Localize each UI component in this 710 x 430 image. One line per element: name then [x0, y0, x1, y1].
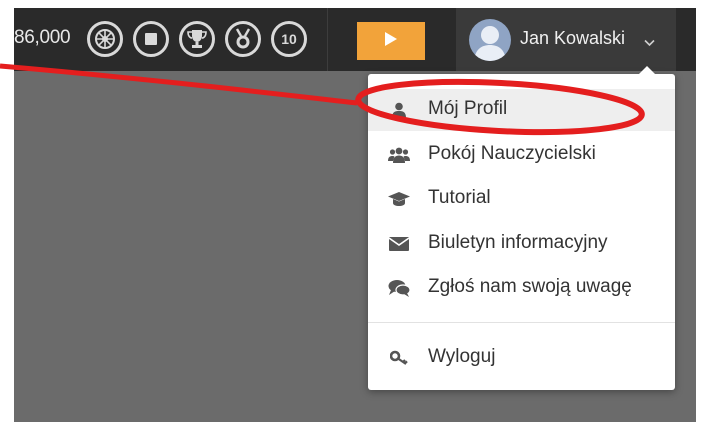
menu-item-profile[interactable]: Mój Profil [368, 89, 675, 131]
menu-item-label: Pokój Nauczycielski [428, 143, 596, 164]
menu-item-newsletter[interactable]: Biuletyn informacyjny [368, 223, 675, 265]
wheel-badge-icon[interactable] [87, 21, 123, 57]
user-name: Jan Kowalski [520, 28, 626, 48]
graduation-cap-icon [388, 189, 410, 209]
menu-item-label: Biuletyn informacyjny [428, 232, 608, 253]
user-dropdown-menu: Mój Profil Pokój Nauczycielski Tutorial … [368, 66, 675, 390]
chevron-down-icon [644, 34, 655, 52]
menu-item-teachers-room[interactable]: Pokój Nauczycielski [368, 134, 675, 176]
menu-item-logout[interactable]: Wyloguj [368, 337, 675, 379]
lifebuoy-badge-count: 10 [281, 31, 297, 47]
menu-caret [638, 66, 656, 75]
users-icon [388, 145, 410, 165]
menu-divider [368, 322, 675, 323]
trophy-badge-icon[interactable] [179, 21, 215, 57]
menu-item-label: Wyloguj [428, 346, 496, 367]
score-counter: 86,000 [14, 27, 71, 48]
play-icon [384, 31, 398, 52]
comments-icon [388, 278, 410, 298]
user-icon [388, 100, 410, 120]
medal-badge-icon[interactable] [225, 21, 261, 57]
play-button[interactable] [357, 22, 425, 60]
stop-badge-icon[interactable] [133, 21, 169, 57]
user-avatar-icon [469, 19, 511, 61]
envelope-icon [388, 234, 410, 254]
menu-item-tutorial[interactable]: Tutorial [368, 178, 675, 220]
lifebuoy-badge-icon[interactable]: 10 [271, 21, 307, 57]
top-navigation-bar: 86,000 10 Jan Kowalski [14, 8, 696, 71]
user-menu-toggle[interactable]: Jan Kowalski [456, 8, 676, 71]
app-frame: 86,000 10 Jan Kowalski Mój Profil Pokój … [14, 8, 696, 422]
menu-item-label: Mój Profil [428, 98, 508, 119]
menu-item-label: Zgłoś nam swoją uwagę [428, 276, 632, 297]
key-icon [388, 348, 410, 368]
menu-item-feedback[interactable]: Zgłoś nam swoją uwagę [368, 267, 675, 309]
toolbar-divider [327, 8, 328, 71]
menu-item-label: Tutorial [428, 187, 491, 208]
